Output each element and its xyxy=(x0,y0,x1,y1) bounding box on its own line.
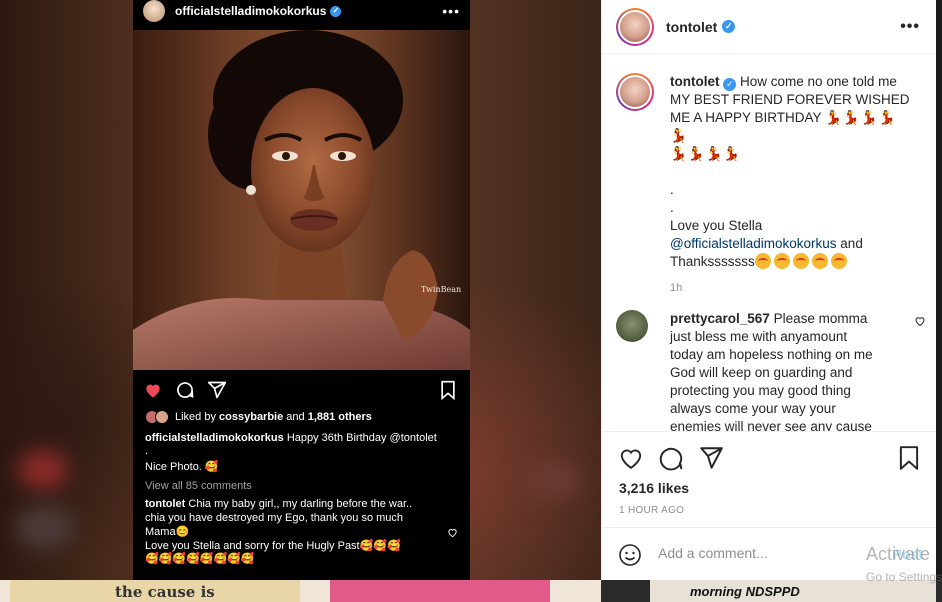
photo-watermark: TwinBean xyxy=(421,285,461,294)
more-horizontal-icon[interactable]: ••• xyxy=(900,18,920,36)
caption-mention-link[interactable]: @officialstelladimokokorkus xyxy=(670,236,837,251)
liked-by-line: Liked by cossybarbie and 1,881 others xyxy=(175,411,372,423)
heart-outline-icon[interactable] xyxy=(618,445,644,471)
emoji-icon[interactable] xyxy=(618,543,642,567)
caption-line1: How come no one told me xyxy=(740,74,897,89)
caption-dot: . xyxy=(670,200,674,215)
embedded-comment-line5: 🥰🥰🥰🥰🥰🥰🥰🥰 xyxy=(145,553,255,565)
background-strip: the cause is xyxy=(0,580,601,602)
avatar[interactable] xyxy=(616,310,648,342)
background-card xyxy=(330,580,550,602)
caption-dot: . xyxy=(670,182,674,197)
caption-love-line: Love you Stella xyxy=(670,218,763,233)
background-strip-text: the cause is xyxy=(115,583,215,601)
liked-by-count: 1,881 others xyxy=(307,411,372,423)
embedded-caption-dot: . xyxy=(145,445,149,457)
likes-count[interactable]: 3,216 likes xyxy=(619,480,689,496)
caption-and: and xyxy=(840,236,863,251)
comment-icon xyxy=(177,382,194,398)
window-edge xyxy=(936,0,942,602)
caption-body: tontolet ✓ How come no one told me MY BE… xyxy=(670,73,910,297)
smiling-hearts-emoji-icon xyxy=(754,253,771,269)
smiling-hearts-emoji-icon xyxy=(773,253,790,269)
dancer-emoji-row: 💃💃💃💃 xyxy=(670,146,742,161)
activate-windows-watermark: Activate xyxy=(866,544,931,564)
portrait-illustration: TwinBean xyxy=(133,30,470,370)
share-icon[interactable] xyxy=(698,445,724,471)
liked-by-user: cossybarbie xyxy=(219,411,284,423)
post-detail-panel: tontolet ✓ ••• tontolet ✓ How come no on… xyxy=(601,0,937,580)
bookmark-icon xyxy=(441,380,455,400)
smiling-hearts-emoji-icon xyxy=(811,253,828,269)
avatar[interactable] xyxy=(616,7,654,46)
caption-timestamp[interactable]: 1h xyxy=(670,279,910,297)
header-username[interactable]: tontolet xyxy=(666,19,717,35)
smiling-hearts-emoji-icon xyxy=(792,253,809,269)
embedded-comment-line4: Love you Stella and sorry for the Hugly … xyxy=(145,540,401,552)
embedded-caption-text: Happy 36th Birthday @tontolet xyxy=(286,432,437,444)
share-icon xyxy=(207,381,227,399)
embedded-comment-user: tontolet xyxy=(145,498,186,510)
embedded-comment-line3: Mama😊 xyxy=(145,526,190,538)
comment-icon[interactable] xyxy=(658,445,684,471)
post-caption: tontolet ✓ How come no one told me MY BE… xyxy=(616,73,922,297)
embedded-post-screenshot: officialstelladimokokorkus ✓ ••• TwinBea… xyxy=(133,0,470,580)
avatar[interactable] xyxy=(616,73,654,111)
comment-item: prettycarol_567 Please momma just bless … xyxy=(616,310,926,431)
activate-windows-subtitle: Go to Settings xyxy=(866,570,942,584)
add-comment-input[interactable] xyxy=(658,545,878,561)
embedded-post-header: officialstelladimokokorkus ✓ ••• xyxy=(133,0,470,22)
heart-filled-icon xyxy=(146,384,160,398)
more-horizontal-icon: ••• xyxy=(442,3,460,19)
caption-line2: MY BEST FRIEND FOREVER WISHED xyxy=(670,92,910,107)
post-media-area: officialstelladimokokorkus ✓ ••• TwinBea… xyxy=(0,0,601,602)
embedded-post-actions xyxy=(133,376,470,404)
liked-by-avatars xyxy=(145,410,171,424)
bookmark-icon[interactable] xyxy=(898,445,920,471)
background-strip-text: morning NDSPPD xyxy=(690,584,800,599)
avatar xyxy=(143,0,165,22)
verified-icon: ✓ xyxy=(722,20,736,33)
embedded-caption-user: officialstelladimokokorkus xyxy=(145,432,284,444)
view-all-comments: View all 85 comments xyxy=(145,480,252,492)
caption-thanks: Thanksssssss xyxy=(670,254,755,269)
caption-line3: ME A HAPPY BIRTHDAY xyxy=(670,110,822,125)
background-blur-shape xyxy=(520,460,580,500)
embedded-post-photo: TwinBean xyxy=(133,30,470,370)
background-blur-shape xyxy=(18,450,68,490)
comment-text: Please momma just bless me with anyamoun… xyxy=(670,311,873,431)
smiling-hearts-emoji-icon xyxy=(830,253,847,269)
background-blur-shape xyxy=(15,505,75,550)
heart-outline-icon xyxy=(448,529,457,538)
comment-body: prettycarol_567 Please momma just bless … xyxy=(670,310,880,431)
heart-outline-icon[interactable] xyxy=(914,315,926,327)
avatar xyxy=(155,410,169,424)
embedded-caption: officialstelladimokokorkus Happy 36th Bi… xyxy=(145,432,437,444)
post-timestamp[interactable]: 1 HOUR AGO xyxy=(619,505,684,516)
embedded-comment-line2: chia you have destroyed my Ego, thank yo… xyxy=(145,512,404,524)
verified-icon: ✓ xyxy=(723,78,737,91)
verified-icon: ✓ xyxy=(330,5,342,17)
embedded-comment: tontolet Chia my baby girl,, my darling … xyxy=(145,498,412,510)
comments-list[interactable]: tontolet ✓ How come no one told me MY BE… xyxy=(602,55,937,431)
embedded-username: officialstelladimokokorkus xyxy=(175,4,327,18)
embedded-caption-line2: Nice Photo. 🥰 xyxy=(145,461,219,473)
caption-username[interactable]: tontolet xyxy=(670,74,720,89)
comment-username[interactable]: prettycarol_567 xyxy=(670,311,770,326)
post-header: tontolet ✓ ••• xyxy=(602,0,936,54)
embedded-comment-line1: Chia my baby girl,, my darling before th… xyxy=(188,498,413,510)
